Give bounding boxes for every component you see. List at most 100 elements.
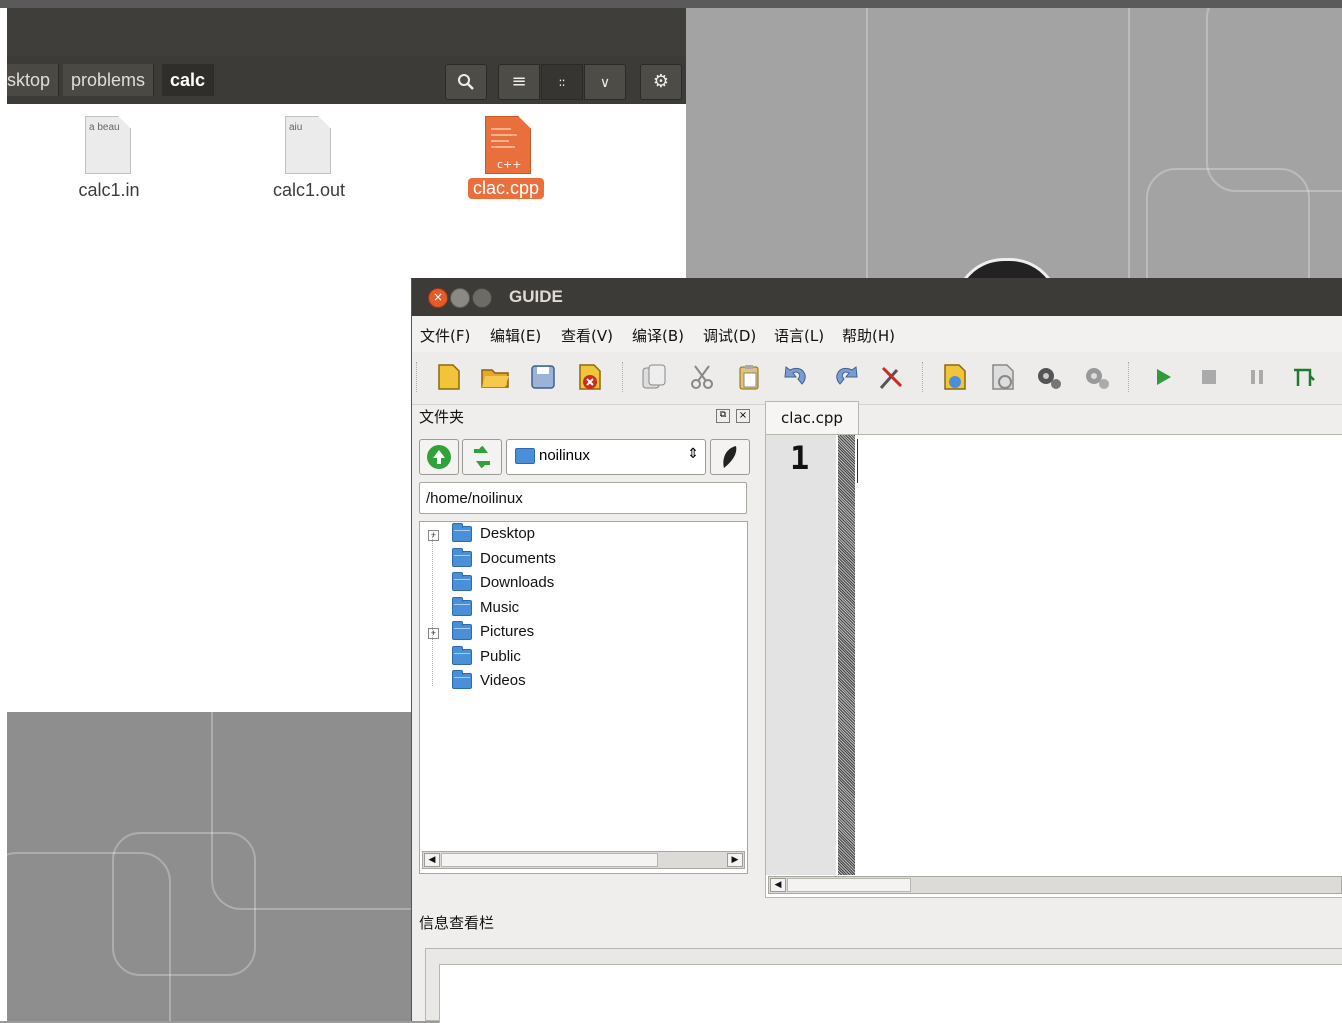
location-combo[interactable]: noilinux ⇕	[506, 439, 706, 475]
line-number-gutter: 1	[766, 435, 836, 875]
breadcrumb-calc[interactable]: calc	[162, 64, 215, 96]
view-options-button[interactable]: ∨	[584, 64, 626, 100]
menu-file[interactable]: 文件(F)	[420, 325, 470, 346]
menu-debug[interactable]: 调试(D)	[703, 325, 756, 346]
maximize-button[interactable]	[472, 288, 492, 308]
chevron-down-icon: ∨	[599, 75, 611, 91]
tab-clac-cpp[interactable]: clac.cpp	[765, 401, 859, 435]
close-button[interactable]: ×	[428, 288, 448, 308]
compile-icon[interactable]	[940, 362, 970, 392]
folder-icon	[452, 597, 472, 616]
gear-icon: ⚙	[652, 71, 670, 92]
tree-item-label: Pictures	[480, 623, 535, 640]
menu-help[interactable]: 帮助(H)	[842, 325, 895, 346]
code-editor[interactable]: 1 ◀	[765, 434, 1342, 898]
tree-item-videos[interactable]: Videos	[420, 670, 740, 694]
line-number: 1	[790, 439, 810, 477]
folder-icon	[452, 621, 472, 640]
new-file-icon[interactable]	[434, 362, 464, 392]
build-settings-icon[interactable]	[1034, 362, 1064, 392]
scrollbar-thumb[interactable]	[787, 878, 911, 892]
undo-icon[interactable]	[782, 362, 812, 392]
paste-icon[interactable]	[734, 362, 764, 392]
window-title: GUIDE	[509, 287, 563, 306]
fold-margin	[838, 435, 855, 875]
grid-view-icon: ∶∶	[558, 76, 566, 90]
file-name-calc1-in[interactable]: calc1.in	[49, 180, 169, 201]
open-folder-icon[interactable]	[480, 362, 510, 392]
file-calc1-in[interactable]: a beau	[85, 116, 131, 174]
grid-view-button[interactable]: ∶∶	[541, 64, 583, 100]
desktop-wallpaper	[686, 8, 1342, 278]
breadcrumb-problems[interactable]: problems	[63, 64, 155, 96]
go-up-button[interactable]	[419, 439, 459, 475]
guide-window: × GUIDE 文件(F) 编辑(E) 查看(V) 编译(B) 调试(D) 语言…	[411, 278, 1342, 1023]
guide-titlebar[interactable]: × GUIDE	[412, 278, 1342, 316]
menu-language[interactable]: 语言(L)	[774, 325, 824, 346]
settings-button[interactable]: ⚙	[640, 64, 682, 100]
close-icon: ×	[433, 290, 444, 304]
scroll-right-arrow-icon[interactable]: ▶	[727, 853, 743, 867]
menu-compile[interactable]: 编译(B)	[632, 325, 684, 346]
file-manager-toolbar: sktop problems calc ≡ ∶∶ ∨ ⚙	[7, 56, 686, 104]
tree-item-documents[interactable]: Documents	[420, 548, 740, 572]
info-panel-title: 信息查看栏	[419, 914, 495, 932]
minimize-button[interactable]	[450, 288, 470, 308]
file-preview-text: a beau	[89, 122, 120, 133]
tree-item-pictures[interactable]: + Pictures	[420, 621, 740, 645]
breadcrumb-desktop[interactable]: sktop	[7, 64, 60, 96]
up-arrow-icon	[427, 445, 451, 469]
desktop-edge	[0, 0, 7, 1021]
menu-edit[interactable]: 编辑(E)	[490, 325, 541, 346]
scroll-left-arrow-icon[interactable]: ◀	[770, 878, 786, 892]
file-name-calc1-out[interactable]: calc1.out	[249, 180, 369, 201]
save-icon[interactable]	[528, 362, 558, 392]
step-over-icon[interactable]	[1288, 362, 1318, 392]
tree-item-downloads[interactable]: Downloads	[420, 572, 740, 596]
desktop-wallpaper-bottom	[7, 712, 411, 1021]
editor-horizontal-scrollbar[interactable]: ◀	[768, 876, 1342, 894]
panel-close-button[interactable]: ×	[736, 409, 750, 423]
stop-icon[interactable]	[1194, 362, 1224, 392]
tree-item-public[interactable]: Public	[420, 646, 740, 670]
text-caret	[857, 439, 858, 483]
close-file-icon[interactable]	[575, 362, 605, 392]
scrollbar-thumb[interactable]	[441, 853, 658, 867]
pause-icon[interactable]	[1242, 362, 1272, 392]
folder-tree: + Desktop Documents Downloads Music + Pi…	[419, 521, 748, 874]
file-preview-text: aiu	[289, 122, 303, 133]
close-icon: ×	[738, 410, 748, 421]
bookmark-button[interactable]	[710, 439, 750, 475]
list-view-icon: ≡	[511, 71, 527, 92]
cut-icon[interactable]	[687, 362, 717, 392]
build-all-icon[interactable]	[1082, 362, 1112, 392]
tree-horizontal-scrollbar[interactable]: ◀ ▶	[422, 851, 745, 869]
feather-icon	[723, 446, 737, 468]
tree-item-music[interactable]: Music	[420, 597, 740, 621]
tree-item-desktop[interactable]: + Desktop	[420, 523, 740, 547]
file-clac-cpp[interactable]: c++	[485, 116, 531, 174]
info-output-area[interactable]	[439, 964, 1342, 1023]
file-name-clac-cpp[interactable]: clac.cpp	[468, 178, 545, 199]
search-button[interactable]	[445, 64, 487, 100]
path-field[interactable]: /home/noilinux	[419, 482, 747, 514]
tree-item-label: Music	[480, 599, 520, 616]
tools-icon[interactable]	[877, 362, 907, 392]
folder-icon	[452, 548, 472, 567]
menu-bar: 文件(F) 编辑(E) 查看(V) 编译(B) 调试(D) 语言(L) 帮助(H…	[412, 316, 1342, 352]
copy-icon[interactable]	[639, 362, 669, 392]
redo-icon[interactable]	[830, 362, 860, 392]
tree-item-label: Public	[480, 648, 521, 665]
updown-arrows-icon: ⇕	[687, 446, 699, 462]
folder-icon	[452, 646, 472, 665]
panel-float-button[interactable]: ⧉	[716, 409, 730, 423]
menu-view[interactable]: 查看(V)	[561, 325, 613, 346]
tree-item-label: Videos	[480, 672, 526, 689]
folder-panel-title: 文件夹	[419, 408, 465, 426]
play-icon[interactable]	[1148, 362, 1178, 392]
list-view-button[interactable]: ≡	[498, 64, 540, 100]
file-calc1-out[interactable]: aiu	[285, 116, 331, 174]
refresh-button[interactable]	[462, 439, 502, 475]
run-file-icon[interactable]	[988, 362, 1018, 392]
scroll-left-arrow-icon[interactable]: ◀	[424, 853, 440, 867]
